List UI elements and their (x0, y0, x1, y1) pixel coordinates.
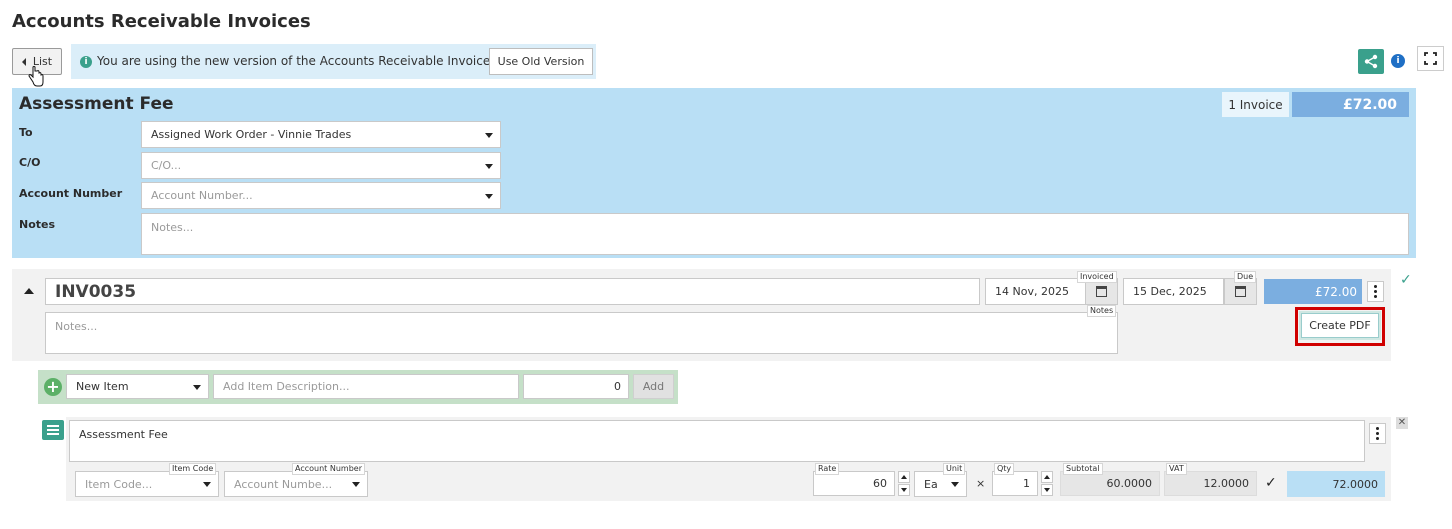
plus-circle-icon[interactable]: + (44, 378, 62, 396)
invoice-menu-button[interactable] (1367, 281, 1384, 302)
customer-notes-field[interactable]: Notes... (141, 213, 1409, 255)
line-account-number-label: Account Number (292, 463, 365, 475)
rate-stepper[interactable] (898, 471, 910, 496)
expand-icon (1424, 52, 1437, 65)
banner-message: You are using the new version of the Acc… (97, 54, 497, 68)
collapse-icon[interactable] (24, 288, 34, 294)
chevron-down-icon (485, 163, 493, 169)
invoiced-date-field[interactable]: 14 Nov, 2025 (985, 278, 1087, 305)
chevron-down-icon (951, 482, 959, 487)
co-select-placeholder: C/O... (151, 159, 182, 172)
notes-label: Notes (19, 218, 56, 231)
line-item-description[interactable]: Assessment Fee (69, 420, 1365, 462)
version-banner: i You are using the new version of the A… (71, 44, 596, 79)
due-date-field[interactable]: 15 Dec, 2025 (1123, 278, 1224, 305)
add-item-button[interactable]: Add (633, 374, 674, 399)
due-label: Due (1234, 271, 1257, 283)
line-total-value: 72.0000 (1287, 471, 1385, 497)
create-pdf-button[interactable]: Create PDF (1299, 311, 1381, 340)
menu-icon[interactable] (42, 420, 64, 440)
chevron-down-icon (352, 482, 360, 487)
invoice-count-badge: 1 Invoice (1222, 92, 1289, 117)
vat-label: VAT (1166, 463, 1187, 475)
co-label: C/O (19, 156, 41, 169)
account-number-label: Account Number (19, 187, 123, 200)
share-button[interactable] (1358, 49, 1384, 74)
chevron-down-icon (485, 193, 493, 199)
chevron-down-icon (203, 482, 211, 487)
info-circle-icon: i (80, 56, 92, 68)
account-number-placeholder: Account Number... (151, 189, 253, 202)
to-select[interactable]: Assigned Work Order - Vinnie Trades (141, 121, 501, 148)
qty-label: Qty (994, 463, 1015, 475)
chevron-down-icon (193, 384, 201, 390)
share-icon (1364, 54, 1378, 69)
checkmark-icon: ✓ (1400, 272, 1412, 288)
item-code-placeholder: Item Code... (85, 477, 153, 491)
line-item-menu-button[interactable] (1369, 423, 1386, 444)
calendar-icon (1235, 286, 1246, 297)
item-description-input[interactable]: Add Item Description... (213, 374, 519, 399)
calendar-icon (1096, 286, 1107, 297)
subtotal-label: Subtotal (1063, 463, 1103, 475)
item-type-value: New Item (76, 380, 129, 393)
co-select[interactable]: C/O... (141, 152, 501, 179)
vat-checkbox[interactable]: ✓ (1265, 476, 1279, 490)
line-account-number-placeholder: Account Numbe... (234, 477, 333, 491)
to-label: To (19, 126, 33, 139)
info-icon[interactable]: i (1391, 54, 1405, 68)
hand-cursor-icon (28, 66, 44, 87)
invoice-number-field[interactable]: INV0035 (45, 278, 980, 305)
item-code-label: Item Code (169, 463, 217, 475)
item-amount-input[interactable]: 0 (523, 374, 629, 399)
fullscreen-button[interactable] (1417, 46, 1444, 71)
customer-name: Assessment Fee (19, 94, 174, 114)
account-number-select[interactable]: Account Number... (141, 182, 501, 209)
invoice-notes-label: Notes (1087, 305, 1117, 317)
caret-left-icon (21, 57, 26, 66)
unit-label: Unit (943, 463, 966, 475)
chevron-down-icon (485, 132, 493, 138)
invoice-amount: £72.00 (1264, 279, 1362, 304)
use-old-version-button[interactable]: Use Old Version (489, 48, 593, 75)
invoice-notes-field[interactable]: Notes... (45, 312, 1118, 354)
item-type-select[interactable]: New Item (66, 374, 209, 399)
rate-label: Rate (815, 463, 840, 475)
close-icon[interactable]: ✕ (1396, 417, 1408, 429)
unit-value: Ea (924, 477, 938, 491)
invoiced-label: Invoiced (1077, 271, 1117, 283)
multiply-sign: × (976, 477, 986, 490)
customer-total: £72.00 (1292, 92, 1409, 117)
to-select-value: Assigned Work Order - Vinnie Trades (151, 128, 352, 141)
page-title: Accounts Receivable Invoices (12, 11, 311, 32)
qty-stepper[interactable] (1041, 471, 1053, 496)
